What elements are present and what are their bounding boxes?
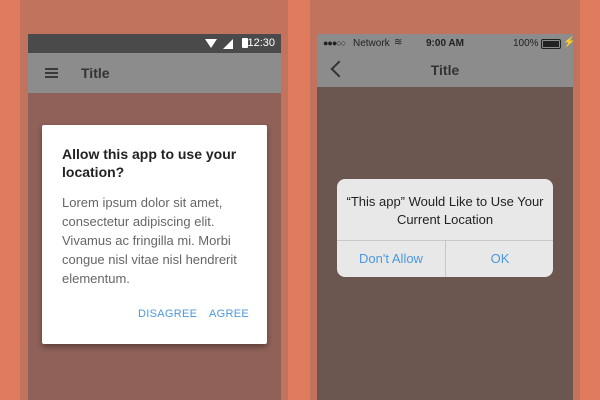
ios-status-bar: ●●●○○ Network ≋ 9:00 AM 100% ⚡ (317, 34, 576, 53)
menu-icon[interactable] (45, 68, 58, 78)
status-time: 9:00 AM (426, 38, 464, 49)
location-permission-alert: “This app” Would Like to Use Your Curren… (337, 179, 553, 277)
ios-screen: ●●●○○ Network ≋ 9:00 AM 100% ⚡ Title “Th… (317, 34, 576, 400)
agree-button[interactable]: AGREE (209, 308, 249, 320)
android-status-bar: 12:30 (28, 34, 281, 53)
status-time: 12:30 (247, 37, 275, 49)
disagree-button[interactable]: DISAGREE (138, 308, 197, 320)
battery-icon (541, 39, 561, 49)
android-phone-mockup: 12:30 Title Allow this app to use your l… (20, 0, 288, 400)
alert-title: “This app” Would Like to Use Your Curren… (346, 194, 544, 227)
toolbar-title: Title (81, 65, 110, 81)
wifi-icon: ≋ (394, 37, 403, 48)
android-toolbar: Title (28, 53, 281, 93)
charging-icon: ⚡ (563, 37, 576, 48)
battery-percent: 100% (513, 38, 539, 49)
ios-nav-bar: Title (317, 53, 573, 87)
ios-phone-mockup: ●●●○○ Network ≋ 9:00 AM 100% ⚡ Title “Th… (310, 0, 580, 400)
nav-title: Title (430, 62, 460, 78)
dialog-title: Allow this app to use your location? (62, 146, 237, 180)
wifi-icon (205, 39, 217, 48)
android-screen: 12:30 Title Allow this app to use your l… (28, 34, 281, 400)
signal-icon (223, 39, 233, 49)
dialog-body: Lorem ipsum dolor sit amet, consectetur … (62, 195, 237, 286)
carrier-name: Network (353, 38, 390, 49)
dont-allow-button[interactable]: Don't Allow (337, 241, 445, 277)
location-permission-dialog: Allow this app to use your location? Lor… (42, 125, 267, 344)
ok-button[interactable]: OK (446, 241, 553, 277)
signal-dots-icon: ●●●○○ (323, 38, 346, 48)
